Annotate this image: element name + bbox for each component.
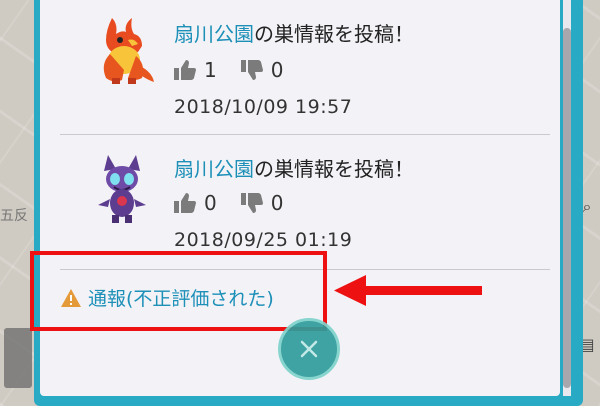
like-button[interactable]: 1: [174, 58, 217, 82]
dislike-count: 0: [270, 191, 284, 215]
close-icon: [300, 340, 318, 358]
magmar-sprite-icon: [103, 18, 154, 84]
list-item: 扇川公園の巣情報を投稿！ 1 0 2018/10/09 19:57: [60, 0, 550, 135]
park-link[interactable]: 扇川公園: [174, 157, 254, 181]
scrollbar-thumb[interactable]: [563, 28, 571, 388]
map-label: 五反: [0, 208, 28, 224]
post-action-text: の巣情報を投稿！: [254, 22, 414, 46]
like-button[interactable]: 0: [174, 191, 217, 215]
post-title: 扇川公園の巣情報を投稿！: [174, 18, 414, 47]
scrollbar[interactable]: [563, 0, 571, 396]
post-date: 2018/10/09 19:57: [174, 96, 353, 118]
dislike-button[interactable]: 0: [240, 191, 284, 215]
close-button[interactable]: [278, 318, 340, 380]
like-count: 0: [204, 191, 217, 215]
sableye-sprite-icon: [98, 155, 146, 223]
like-count: 1: [204, 58, 217, 82]
highlight-box: [30, 251, 327, 331]
vote-row: 1 0: [174, 58, 307, 82]
thumbs-down-icon: [240, 60, 263, 80]
list-item: 扇川公園の巣情報を投稿！ 0 0 2018/09/25 01:19: [60, 135, 550, 270]
park-link[interactable]: 扇川公園: [174, 22, 254, 46]
post-action-text: の巣情報を投稿！: [254, 157, 414, 181]
thumbs-down-icon: [240, 193, 263, 213]
post-date: 2018/09/25 01:19: [174, 229, 353, 251]
vote-row: 0 0: [174, 191, 307, 215]
red-arrow-icon: [334, 275, 482, 306]
thumbs-up-icon: [174, 60, 196, 80]
dislike-count: 0: [270, 58, 284, 82]
dislike-button[interactable]: 0: [240, 58, 284, 82]
thumbs-up-icon: [174, 193, 196, 213]
map-side-widget[interactable]: [4, 328, 32, 388]
post-title: 扇川公園の巣情報を投稿！: [174, 153, 414, 182]
